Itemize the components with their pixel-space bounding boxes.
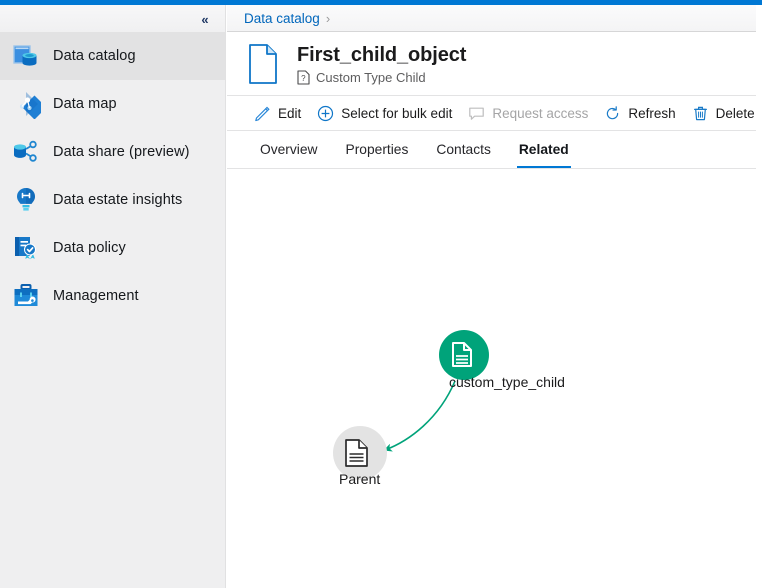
- refresh-button[interactable]: Refresh: [596, 97, 683, 129]
- data-estate-insights-icon: [8, 182, 44, 218]
- refresh-icon: [604, 105, 621, 122]
- page-title: First_child_object: [297, 43, 466, 67]
- tab-overview[interactable]: Overview: [246, 131, 332, 168]
- sidebar-item-data-estate-insights[interactable]: Data estate insights: [0, 176, 225, 224]
- svg-text:?: ?: [301, 74, 306, 83]
- asset-type-row: ? Custom Type Child: [297, 70, 466, 85]
- tab-properties[interactable]: Properties: [332, 131, 423, 168]
- request-access-button: Request access: [460, 97, 596, 129]
- sidebar-item-label: Data share (preview): [53, 144, 190, 160]
- sidebar-item-label: Data map: [53, 96, 117, 112]
- command-label: Refresh: [628, 106, 675, 121]
- delete-button[interactable]: Delete: [684, 97, 762, 129]
- document-icon: [246, 42, 284, 86]
- pencil-icon: [254, 105, 271, 122]
- tab-label: Overview: [260, 142, 318, 157]
- sidebar-header: «: [0, 5, 225, 32]
- data-catalog-icon: [8, 38, 44, 74]
- purview-catalog-window: « Data catalog: [0, 0, 762, 588]
- management-icon: [8, 278, 44, 314]
- sidebar-item-data-policy[interactable]: Data policy: [0, 224, 225, 272]
- data-policy-icon: [8, 230, 44, 266]
- lineage-node-custom-type-child[interactable]: [439, 330, 489, 380]
- sidebar-item-data-share[interactable]: Data share (preview): [0, 128, 225, 176]
- breadcrumb: Data catalog ›: [227, 5, 756, 32]
- breadcrumb-link-data-catalog[interactable]: Data catalog: [244, 11, 320, 26]
- data-map-icon: [8, 86, 44, 122]
- lineage-graph-canvas[interactable]: custom_type_child Parent: [227, 169, 756, 588]
- tab-label: Contacts: [436, 142, 490, 157]
- sidebar-item-list: Data catalog Data map: [0, 32, 225, 320]
- tab-label: Related: [519, 142, 569, 157]
- command-label: Select for bulk edit: [341, 106, 452, 121]
- sidebar-item-label: Management: [53, 288, 139, 304]
- command-label: Edit: [278, 106, 301, 121]
- tab-label: Properties: [346, 142, 409, 157]
- data-share-icon: [8, 134, 44, 170]
- tab-related[interactable]: Related: [505, 131, 583, 168]
- lineage-node-label-child: custom_type_child: [449, 374, 565, 390]
- command-label: Delete: [716, 106, 755, 121]
- edit-button[interactable]: Edit: [246, 97, 309, 129]
- chevron-right-icon: ›: [326, 11, 330, 26]
- command-label: Request access: [492, 106, 588, 121]
- asset-type-label: Custom Type Child: [316, 70, 426, 85]
- sidebar-item-label: Data policy: [53, 240, 126, 256]
- select-for-bulk-edit-button[interactable]: Select for bulk edit: [309, 97, 460, 129]
- collapse-sidebar-button[interactable]: «: [195, 9, 215, 29]
- tab-bar: Overview Properties Contacts Related: [227, 131, 756, 169]
- plus-circle-icon: [317, 105, 334, 122]
- lineage-edge-child-to-parent: [385, 381, 455, 450]
- comment-icon: [468, 105, 485, 122]
- tab-contacts[interactable]: Contacts: [422, 131, 504, 168]
- lineage-node-label-parent: Parent: [339, 471, 380, 487]
- main-content: Data catalog › First_child_object ?: [227, 5, 756, 588]
- asset-title-row: First_child_object ? Custom Type Child: [227, 32, 756, 96]
- trash-icon: [692, 105, 709, 122]
- sidebar-item-data-map[interactable]: Data map: [0, 80, 225, 128]
- asset-title-text: First_child_object ? Custom Type Child: [297, 43, 466, 85]
- left-navigation: « Data catalog: [0, 5, 226, 588]
- sidebar-item-data-catalog[interactable]: Data catalog: [0, 32, 225, 80]
- sidebar-item-label: Data catalog: [53, 48, 136, 64]
- sidebar-item-management[interactable]: Management: [0, 272, 225, 320]
- sidebar-item-label: Data estate insights: [53, 192, 182, 208]
- unknown-type-icon: ?: [297, 70, 310, 85]
- command-bar: Edit Select for bulk edit Request a: [227, 96, 756, 131]
